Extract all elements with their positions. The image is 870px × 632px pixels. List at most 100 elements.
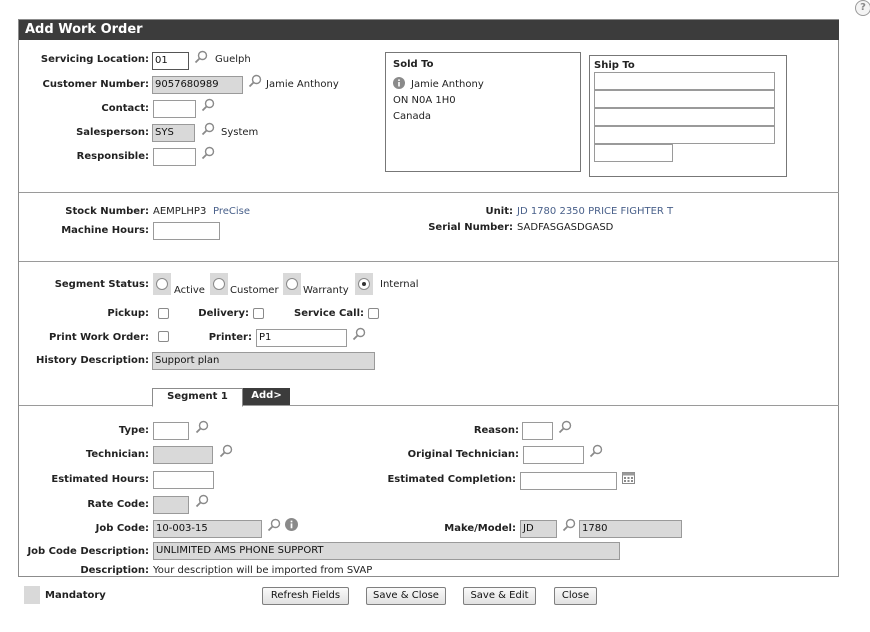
rate-code-input[interactable] <box>153 496 189 514</box>
type-label: Type: <box>118 425 149 436</box>
sold-to-title: Sold To <box>393 59 434 70</box>
servicing-location-input[interactable]: 01 <box>152 52 189 70</box>
salesperson-name: System <box>221 127 259 138</box>
search-icon[interactable] <box>201 98 215 112</box>
job-code-label: Job Code: <box>95 523 149 534</box>
help-icon[interactable]: ? <box>855 0 870 16</box>
pickup-label: Pickup: <box>107 308 149 319</box>
mandatory-legend: Mandatory <box>45 590 106 601</box>
radio-warranty[interactable] <box>286 278 298 290</box>
search-icon[interactable] <box>267 518 281 532</box>
customer-number-input[interactable]: 9057680989 <box>152 76 243 94</box>
print-work-order-label: Print Work Order: <box>49 332 149 343</box>
estimated-hours-label: Estimated Hours: <box>51 474 149 485</box>
serial-number-label: Serial Number: <box>428 222 513 233</box>
ship-to-line-2[interactable] <box>594 90 775 108</box>
unit-link[interactable]: JD 1780 2350 PRICE FIGHTER T <box>517 206 673 217</box>
mandatory-swatch <box>24 586 40 604</box>
precise-link[interactable]: PreCise <box>213 206 250 217</box>
section-divider <box>19 405 152 406</box>
make-model-label: Make/Model: <box>444 523 516 534</box>
close-button[interactable]: Close <box>554 587 597 605</box>
search-icon[interactable] <box>352 327 366 341</box>
contact-input[interactable] <box>153 100 196 118</box>
calendar-icon[interactable] <box>622 471 635 484</box>
radio-internal[interactable] <box>358 278 370 290</box>
search-icon[interactable] <box>562 518 576 532</box>
radio-warranty-label: Warranty <box>303 285 349 296</box>
sold-to-line3: Canada <box>393 111 432 122</box>
description-value: Your description will be imported from S… <box>153 565 373 576</box>
job-code-description-input[interactable]: UNLIMITED AMS PHONE SUPPORT <box>153 542 620 560</box>
refresh-fields-button[interactable]: Refresh Fields <box>262 587 349 605</box>
type-input[interactable] <box>153 422 189 440</box>
info-icon[interactable] <box>285 518 298 531</box>
reason-input[interactable] <box>522 422 553 440</box>
service-call-label: Service Call: <box>294 308 364 319</box>
responsible-input[interactable] <box>153 148 196 166</box>
machine-hours-input[interactable] <box>153 222 220 240</box>
search-icon[interactable] <box>201 122 215 136</box>
servicing-location-label: Servicing Location: <box>40 54 149 65</box>
history-description-label: History Description: <box>35 355 149 366</box>
estimated-completion-input[interactable] <box>520 472 617 490</box>
search-icon[interactable] <box>195 420 209 434</box>
ship-to-line-4[interactable] <box>594 126 775 144</box>
search-icon[interactable] <box>248 74 262 88</box>
save-edit-button[interactable]: Save & Edit <box>463 587 536 605</box>
job-code-input[interactable]: 10-003-15 <box>153 520 262 538</box>
radio-internal-label: Internal <box>380 279 419 290</box>
search-icon[interactable] <box>589 444 603 458</box>
info-icon[interactable] <box>393 77 405 89</box>
ship-to-line-3[interactable] <box>594 108 775 126</box>
stock-number-value: AEMPLHP3 <box>153 206 207 217</box>
tab-add[interactable]: Add> <box>243 388 290 406</box>
original-technician-input[interactable] <box>523 446 584 464</box>
delivery-label: Delivery: <box>198 308 249 319</box>
servicing-location-name: Guelph <box>215 54 251 65</box>
search-icon[interactable] <box>219 444 233 458</box>
estimated-hours-input[interactable] <box>153 471 214 489</box>
history-description-input[interactable]: Support plan <box>152 352 375 370</box>
customer-name: Jamie Anthony <box>266 79 339 90</box>
search-icon[interactable] <box>558 420 572 434</box>
model-input[interactable]: 1780 <box>579 520 682 538</box>
radio-customer-label: Customer <box>230 285 279 296</box>
technician-label: Technician: <box>85 449 149 460</box>
service-call-checkbox[interactable] <box>368 308 379 319</box>
salesperson-label: Salesperson: <box>76 127 149 138</box>
stock-number-label: Stock Number: <box>65 206 149 217</box>
original-technician-label: Original Technician: <box>407 449 519 460</box>
pickup-checkbox[interactable] <box>158 308 169 319</box>
unit-label: Unit: <box>485 206 513 217</box>
search-icon[interactable] <box>201 146 215 160</box>
estimated-completion-label: Estimated Completion: <box>387 474 516 485</box>
ship-to-title: Ship To <box>594 60 635 71</box>
radio-active[interactable] <box>156 278 168 290</box>
save-close-button[interactable]: Save & Close <box>366 587 446 605</box>
ship-to-line-5[interactable] <box>594 144 673 162</box>
tab-segment-1[interactable]: Segment 1 <box>152 388 243 407</box>
section-divider <box>243 405 839 406</box>
delivery-checkbox[interactable] <box>253 308 264 319</box>
ship-to-line-1[interactable] <box>594 72 775 90</box>
print-work-order-checkbox[interactable] <box>158 331 169 342</box>
search-icon[interactable] <box>194 50 208 64</box>
section-divider <box>19 261 839 262</box>
make-input[interactable]: JD <box>520 520 557 538</box>
customer-number-label: Customer Number: <box>42 79 149 90</box>
printer-label: Printer: <box>208 332 252 343</box>
segment-status-label: Segment Status: <box>54 279 149 290</box>
sold-to-name: Jamie Anthony <box>411 79 484 90</box>
sold-to-line2: ON N0A 1H0 <box>393 95 456 106</box>
window-title: Add Work Order <box>19 20 839 40</box>
serial-number-value: SADFASGASDGASD <box>517 222 614 233</box>
job-code-description-label: Job Code Description: <box>27 546 149 557</box>
search-icon[interactable] <box>195 494 209 508</box>
radio-active-label: Active <box>174 285 205 296</box>
printer-input[interactable]: P1 <box>256 329 347 347</box>
radio-customer[interactable] <box>213 278 225 290</box>
technician-input[interactable] <box>153 446 213 464</box>
salesperson-input[interactable]: SYS <box>152 124 195 142</box>
description-label: Description: <box>80 565 149 576</box>
